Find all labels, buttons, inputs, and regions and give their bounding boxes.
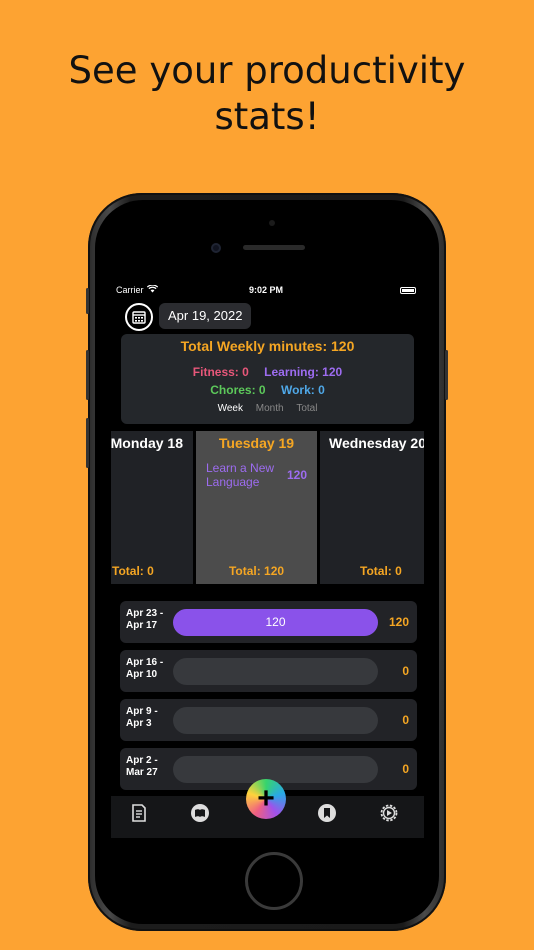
- day-title: Wednesday 20: [329, 435, 424, 451]
- tab-saved[interactable]: [316, 802, 338, 824]
- add-icon: +: [249, 782, 283, 816]
- week-bar-track: 120: [173, 609, 378, 636]
- wifi-icon: [146, 284, 159, 293]
- work-stat: Work: 0: [280, 383, 325, 397]
- tab-library[interactable]: [189, 802, 211, 824]
- week-row[interactable]: Apr 16 - Apr 10 0: [120, 650, 417, 692]
- day-carousel[interactable]: Monday 18 Total: 0 Tuesday 19 Learn a Ne…: [111, 431, 424, 584]
- day-title: Monday 18: [111, 435, 183, 451]
- week-range: Apr 23 - Apr 17: [126, 608, 164, 631]
- proximity-sensor: [269, 220, 275, 226]
- week-total: 0: [402, 762, 409, 776]
- volume-down-button: [86, 418, 89, 468]
- carrier-label: Carrier: [116, 284, 159, 295]
- learning-stat: Learning: 120: [264, 365, 343, 379]
- notes-icon: [132, 804, 146, 822]
- week-range: Apr 16 - Apr 10: [126, 657, 164, 680]
- tab-total[interactable]: Total: [296, 403, 317, 414]
- week-bar-track: [173, 658, 378, 685]
- week-row[interactable]: Apr 9 - Apr 3 0: [120, 699, 417, 741]
- bookmark-icon: [318, 804, 336, 822]
- day-card-tuesday[interactable]: Tuesday 19 Learn a New Language 120 Tota…: [196, 431, 317, 584]
- week-total: 120: [388, 615, 409, 629]
- fitness-stat: Fitness: 0: [192, 365, 249, 379]
- battery-icon: [400, 287, 416, 294]
- day-card-monday[interactable]: Monday 18 Total: 0: [111, 431, 193, 584]
- week-range: Apr 2 - Mar 27: [126, 755, 158, 778]
- settings-icon: [380, 804, 398, 822]
- power-button: [445, 350, 448, 400]
- day-title: Tuesday 19: [218, 435, 295, 451]
- week-range: Apr 9 - Apr 3: [126, 706, 158, 729]
- add-entry-button[interactable]: +: [246, 779, 286, 819]
- front-camera-icon: [211, 243, 221, 253]
- headline: See your productivity stats!: [0, 48, 534, 140]
- summary-row-2: Chores: 0 Work: 0: [121, 383, 414, 397]
- period-tabs: Week Month Total: [121, 403, 414, 414]
- week-row[interactable]: Apr 23 - Apr 17 120 120: [120, 601, 417, 643]
- tab-settings[interactable]: [378, 802, 400, 824]
- tab-week[interactable]: Week: [218, 403, 243, 414]
- task-minutes: 120: [286, 468, 307, 482]
- calendar-button[interactable]: [125, 303, 153, 331]
- side-switch: [86, 288, 89, 314]
- week-total: 0: [402, 713, 409, 727]
- headline-line1: See your productivity: [68, 49, 466, 92]
- volume-up-button: [86, 350, 89, 400]
- earpiece-speaker: [243, 245, 305, 250]
- summary-row-1: Fitness: 0 Learning: 120: [121, 365, 414, 379]
- task-name[interactable]: Learn a New Language: [206, 461, 280, 489]
- book-icon: [191, 804, 209, 822]
- week-total: 0: [402, 664, 409, 678]
- date-selector[interactable]: Apr 19, 2022: [159, 303, 252, 329]
- week-bar-fill: 120: [173, 609, 378, 636]
- week-bar-track: [173, 707, 378, 734]
- home-button[interactable]: [245, 852, 303, 910]
- calendar-icon: [132, 311, 146, 324]
- day-total: Total: 0: [360, 564, 402, 578]
- status-time: 9:02 PM: [249, 285, 284, 295]
- weekly-summary-card: Total Weekly minutes: 120 Fitness: 0 Lea…: [121, 334, 414, 424]
- day-total: Total: 120: [228, 564, 285, 578]
- status-bar: Carrier 9:02 PM: [111, 284, 424, 298]
- summary-title: Total Weekly minutes: 120: [180, 338, 355, 354]
- headline-line2: stats!: [214, 95, 320, 138]
- app-screen: Carrier 9:02 PM Apr 19, 2022 Total Weekl…: [111, 281, 424, 838]
- day-total: Total: 0: [112, 564, 154, 578]
- day-card-wednesday[interactable]: Wednesday 20 Total: 0: [320, 431, 424, 584]
- week-bar-track: [173, 756, 378, 783]
- tab-month[interactable]: Month: [256, 403, 284, 414]
- tab-notes[interactable]: [128, 802, 150, 824]
- chores-stat: Chores: 0: [210, 383, 266, 397]
